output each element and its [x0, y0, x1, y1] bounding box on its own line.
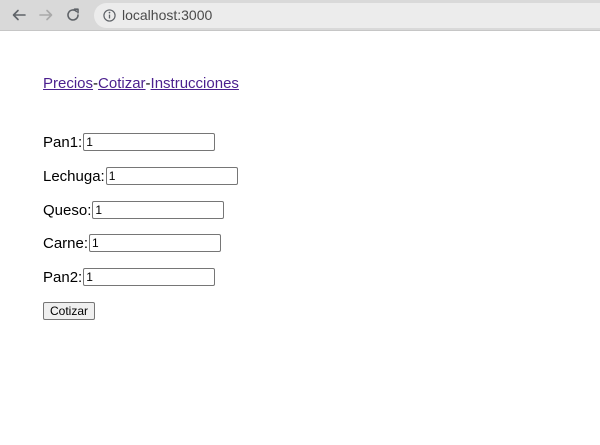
lechuga-input[interactable]	[105, 167, 238, 185]
info-icon[interactable]	[103, 9, 116, 22]
carne-label: Carne:	[43, 234, 89, 252]
nav-link-instrucciones[interactable]: Instrucciones	[151, 75, 239, 92]
nav-link-precios[interactable]: Precios	[43, 75, 93, 92]
page-content: Precios-Cotizar-Instrucciones Pan1: Lech…	[0, 32, 600, 445]
nav-link-cotizar[interactable]: Cotizar	[98, 75, 146, 92]
form-row-pan1: Pan1:	[43, 132, 216, 152]
address-bar[interactable]: localhost:3000	[94, 3, 600, 28]
pan1-label: Pan1:	[43, 133, 83, 151]
url-text: localhost:3000	[122, 7, 213, 23]
carne-input[interactable]	[89, 234, 222, 252]
queso-input[interactable]	[92, 201, 225, 219]
form-row-pan2: Pan2:	[43, 267, 216, 287]
cotizar-button[interactable]: Cotizar	[43, 302, 96, 320]
queso-label: Queso:	[43, 201, 92, 219]
lechuga-label: Lechuga:	[43, 167, 105, 185]
pan1-input[interactable]	[83, 133, 216, 151]
back-arrow-icon[interactable]	[9, 5, 29, 25]
browser-toolbar: localhost:3000	[0, 0, 600, 31]
form-row-queso: Queso:	[43, 200, 225, 220]
pan2-input[interactable]	[83, 268, 216, 286]
nav-links: Precios-Cotizar-Instrucciones	[43, 75, 239, 93]
forward-arrow-icon[interactable]	[36, 5, 56, 25]
reload-icon[interactable]	[63, 5, 83, 25]
form-row-carne: Carne:	[43, 233, 222, 253]
form-row-lechuga: Lechuga:	[43, 166, 238, 186]
pan2-label: Pan2:	[43, 268, 83, 286]
